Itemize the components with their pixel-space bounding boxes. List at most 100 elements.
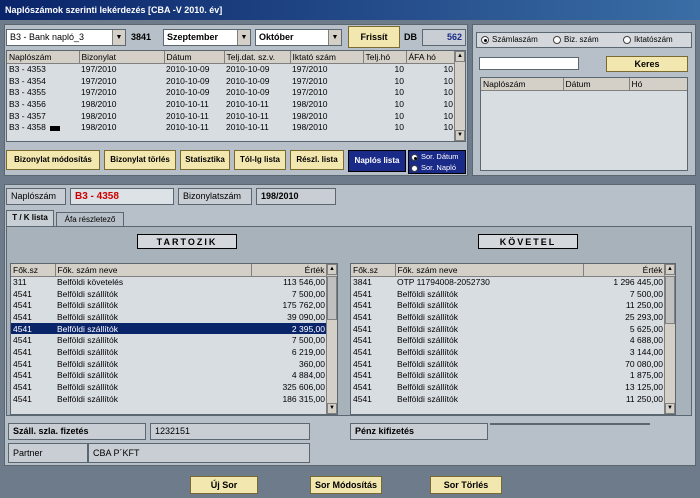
column-header[interactable]: Fők. szám neve	[395, 264, 584, 277]
option-iktato[interactable]: Iktatószám	[623, 33, 673, 47]
journal-scrollbar[interactable]: ▲ ▼	[454, 51, 465, 141]
tab-tk-list[interactable]: T / K lista	[6, 210, 54, 226]
table-cell: 1 875,00	[629, 370, 663, 381]
table-cell: 10	[443, 122, 453, 133]
column-header[interactable]: Fők.sz	[11, 264, 56, 277]
table-row[interactable]: B3 - 4358 198/2010 2010-10-11 2010-10-11 198…	[7, 121, 455, 133]
debit-table: Fők.sz Fők. szám neve Érték 311 Belföldi …	[10, 263, 338, 415]
table-row[interactable]: 4541 Belföldi szállítók 13 125,00	[351, 381, 665, 393]
scroll-thumb[interactable]	[665, 276, 675, 324]
table-row[interactable]: 3841 OTP 11794008-2052730 1 296 445,00	[351, 276, 665, 288]
new-row-button[interactable]: Új Sor	[190, 476, 258, 494]
range-list-button[interactable]: Tól-Ig lista	[234, 150, 286, 170]
option-account[interactable]: Számlaszám	[481, 33, 538, 47]
statistics-button[interactable]: Statisztika	[180, 150, 230, 170]
debit-title: TARTOZIK	[137, 234, 237, 249]
scroll-up-icon[interactable]: ▲	[455, 51, 465, 62]
partial-list-button[interactable]: Részl. lista	[290, 150, 344, 170]
table-cell: Belföldi szállítók	[397, 370, 458, 381]
scroll-down-icon[interactable]: ▼	[665, 403, 675, 414]
table-row[interactable]: B3 - 4356 198/2010 2010-10-11 2010-10-11 198…	[7, 98, 455, 110]
search-input[interactable]	[479, 57, 579, 70]
column-header[interactable]: Hó	[629, 78, 687, 91]
table-row[interactable]: 4541 Belföldi szállítók 325 606,00	[11, 381, 327, 393]
column-header[interactable]: Dátum	[563, 78, 630, 91]
table-row[interactable]: 4541 Belföldi szállítók 186 315,00	[11, 393, 327, 405]
option-bizszam[interactable]: Biz. szám	[553, 33, 599, 47]
table-cell: 197/2010	[81, 75, 117, 86]
column-header[interactable]: Naplószám	[7, 51, 80, 64]
sort-date-option[interactable]: Sor. Dátum	[411, 151, 465, 162]
search-button[interactable]: Keres	[606, 56, 688, 72]
scroll-down-icon[interactable]: ▼	[455, 130, 465, 141]
naplo-code: 3841	[131, 32, 152, 42]
table-row[interactable]: 311 Belföldi követelés 113 546,00	[11, 276, 327, 288]
modify-document-button[interactable]: Bizonylat módosítás	[6, 150, 100, 170]
table-row[interactable]: 4541 Belföldi szállítók 11 250,00	[351, 299, 665, 311]
credit-scrollbar[interactable]: ▲ ▼	[664, 264, 675, 414]
table-cell: 4541	[13, 311, 32, 322]
table-row[interactable]: 4541 Belföldi szállítók 11 250,00	[351, 393, 665, 405]
table-cell: 4541	[13, 382, 32, 393]
journal-list-button[interactable]: Naplós lista	[348, 150, 406, 172]
column-header[interactable]: Fők. szám neve	[55, 264, 252, 277]
table-cell: 4541	[13, 288, 32, 299]
scroll-thumb[interactable]	[327, 276, 337, 320]
column-header[interactable]: Érték	[251, 264, 328, 277]
table-cell: 198/2010	[292, 122, 328, 133]
table-cell: 10	[394, 110, 404, 121]
debit-scrollbar[interactable]: ▲ ▼	[326, 264, 337, 414]
delete-row-button[interactable]: Sor Törlés	[430, 476, 502, 494]
tab-afa[interactable]: Áfa részletező	[56, 212, 124, 226]
scroll-up-icon[interactable]: ▲	[327, 264, 337, 275]
column-header[interactable]: Naplószám	[481, 78, 564, 91]
table-row[interactable]: 4541 Belföldi szállítók 1 875,00	[351, 370, 665, 382]
table-row[interactable]: 4541 Belföldi szállítók 7 500,00	[351, 288, 665, 300]
table-row[interactable]: 4541 Belföldi szállítók 25 293,00	[351, 311, 665, 323]
table-row[interactable]: B3 - 4357 198/2010 2010-10-11 2010-10-11 198…	[7, 110, 455, 122]
column-header[interactable]: Telj.hó	[363, 51, 407, 64]
column-header[interactable]: Fők.sz	[351, 264, 396, 277]
table-row[interactable]: 4541 Belföldi szállítók 5 625,00	[351, 323, 665, 335]
table-row[interactable]: 4541 Belföldi szállítók 70 080,00	[351, 358, 665, 370]
column-header[interactable]: Iktató szám	[290, 51, 364, 64]
column-header[interactable]: Érték	[583, 264, 666, 277]
table-row[interactable]: 4541 Belföldi szállítók 3 144,00	[351, 346, 665, 358]
column-header[interactable]: Bizonylat	[79, 51, 165, 64]
table-row[interactable]: 4541 Belföldi szállítók 360,00	[11, 358, 327, 370]
table-cell: 4541	[13, 335, 32, 346]
radio-icon	[481, 35, 489, 44]
table-row[interactable]: 4541 Belföldi szállítók 39 090,00	[11, 311, 327, 323]
table-cell: Belföldi szállítók	[57, 335, 118, 346]
naplo-select[interactable]: B3 - Bank napló_3 ▼	[6, 29, 126, 46]
month-from-select[interactable]: Szeptember ▼	[163, 29, 251, 46]
table-row[interactable]: 4541 Belföldi szállítók 7 500,00	[11, 334, 327, 346]
table-row[interactable]: B3 - 4354 197/2010 2010-10-09 2010-10-09 197…	[7, 75, 455, 87]
column-header[interactable]: ÁFA hó	[406, 51, 456, 64]
naplo-label: Naplószám	[6, 188, 66, 205]
modify-row-button[interactable]: Sor Módosítás	[310, 476, 382, 494]
table-row[interactable]: 4541 Belföldi szállítók 4 884,00	[11, 370, 327, 382]
table-row[interactable]: 4541 Belföldi szállítók 6 219,00	[11, 346, 327, 358]
table-cell: B3 - 4354	[9, 75, 46, 86]
table-cell: 25 293,00	[625, 311, 663, 322]
scroll-down-icon[interactable]: ▼	[327, 403, 337, 414]
table-cell: 198/2010	[292, 110, 328, 121]
refresh-button[interactable]: Frissít	[348, 26, 400, 48]
column-header[interactable]: Telj.dat. sz.v.	[224, 51, 291, 64]
sort-journal-option[interactable]: Sor. Napló	[411, 162, 465, 173]
table-row[interactable]: 4541 Belföldi szállítók 2 395,00	[11, 322, 327, 335]
table-row[interactable]: 4541 Belföldi szállítók 4 688,00	[351, 334, 665, 346]
table-row[interactable]: 4541 Belföldi szállítók 175 762,00	[11, 299, 327, 311]
table-cell: 175 762,00	[282, 300, 325, 311]
month-to-select[interactable]: Október ▼	[255, 29, 342, 46]
scroll-up-icon[interactable]: ▲	[665, 264, 675, 275]
table-row[interactable]: B3 - 4353 197/2010 2010-10-09 2010-10-09 197…	[7, 63, 455, 75]
table-cell: 10	[394, 98, 404, 109]
delete-document-button[interactable]: Bizonylat törlés	[104, 150, 176, 170]
column-header[interactable]: Dátum	[164, 51, 225, 64]
table-cell: 4541	[353, 300, 372, 311]
table-row[interactable]: 4541 Belföldi szállítók 7 500,00	[11, 288, 327, 300]
table-row[interactable]: B3 - 4355 197/2010 2010-10-09 2010-10-09 197…	[7, 86, 455, 98]
penz-label: Pénz kifizetés	[350, 423, 488, 440]
